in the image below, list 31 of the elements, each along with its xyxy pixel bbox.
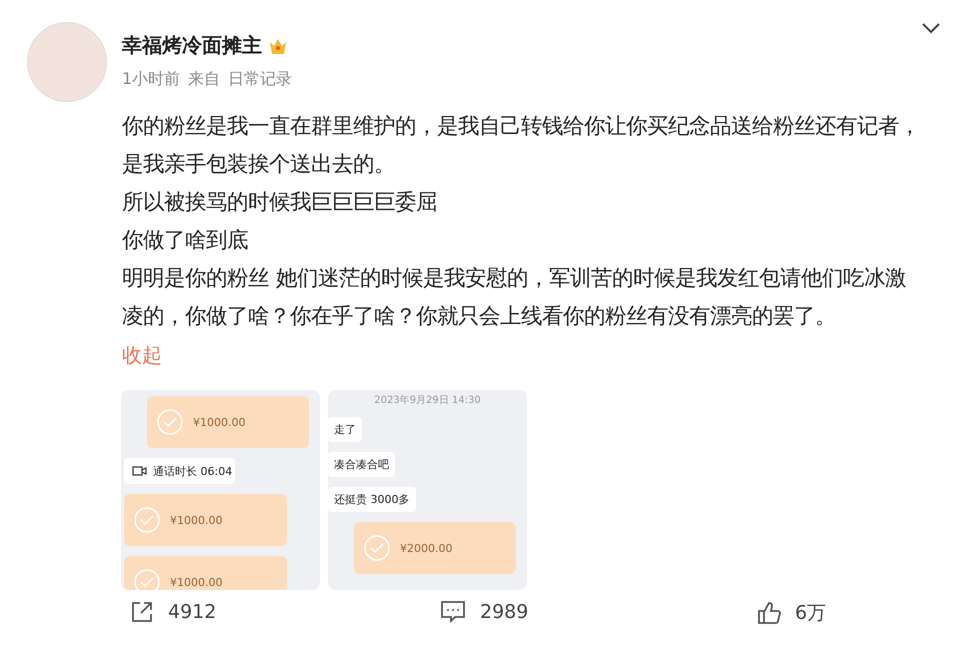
source-prefix: 来自 <box>188 69 220 90</box>
post-time: 1小时前 <box>122 69 180 90</box>
thumbs-up-icon[interactable] <box>757 601 781 625</box>
chat-date: 2023年9月29日 14:30 <box>373 394 482 407</box>
call-duration: 通话时长 06:04 <box>153 464 232 478</box>
post-text: 你的粉丝是我一直在群里维护的，是我自己转钱给你让你买纪念品送给粉丝还有记者，是我亲手包装挨个送出去的。 <box>122 113 921 179</box>
check-circle-icon <box>364 535 390 561</box>
chat-screenshot[interactable]: ¥1000.00 通话时长 06:04 ¥1000.00 ¥1000.00 <box>121 390 320 590</box>
post-text: 明明是你的粉丝 她们迷茫的时候是我安慰的，军训苦的时候是我发红包请他们吃冰激凌的，你做了啥？你在乎了啥？你就只会上线看你的粉丝有没有漂亮的罢了。 <box>122 265 907 331</box>
transfer-amount: ¥1000.00 <box>170 576 222 588</box>
check-circle-icon <box>157 409 183 435</box>
post-text: 所以被挨骂的时候我巨巨巨巨委屈 <box>122 189 438 217</box>
transfer-amount: ¥1000.00 <box>170 514 222 526</box>
check-circle-icon <box>134 507 160 533</box>
like-count: 6万 <box>795 601 826 626</box>
transfer-amount: ¥2000.00 <box>400 542 452 554</box>
source-link[interactable]: 日常记录 <box>228 69 292 90</box>
transfer-amount: ¥1000.00 <box>193 416 246 428</box>
message-bubble: 还挺贵 3000多 <box>328 487 416 512</box>
share-icon[interactable] <box>130 600 154 624</box>
share-count: 4912 <box>168 601 216 623</box>
crown-badge-icon <box>268 36 288 54</box>
message-bubble: 走了 <box>328 417 362 442</box>
username[interactable]: 幸福烤冷面摊主 <box>122 32 262 59</box>
chevron-down-icon[interactable] <box>922 22 940 34</box>
comment-icon[interactable] <box>440 600 466 624</box>
video-camera-icon <box>132 466 147 476</box>
message-bubble: 凑合凑合吧 <box>328 452 395 477</box>
post-text: 你做了啥到底 <box>122 227 249 255</box>
chat-screenshot[interactable]: 2023年9月29日 14:30 走了 凑合凑合吧 还挺贵 3000多 ¥2000.00 <box>328 390 527 590</box>
comment-count: 2989 <box>480 601 528 623</box>
